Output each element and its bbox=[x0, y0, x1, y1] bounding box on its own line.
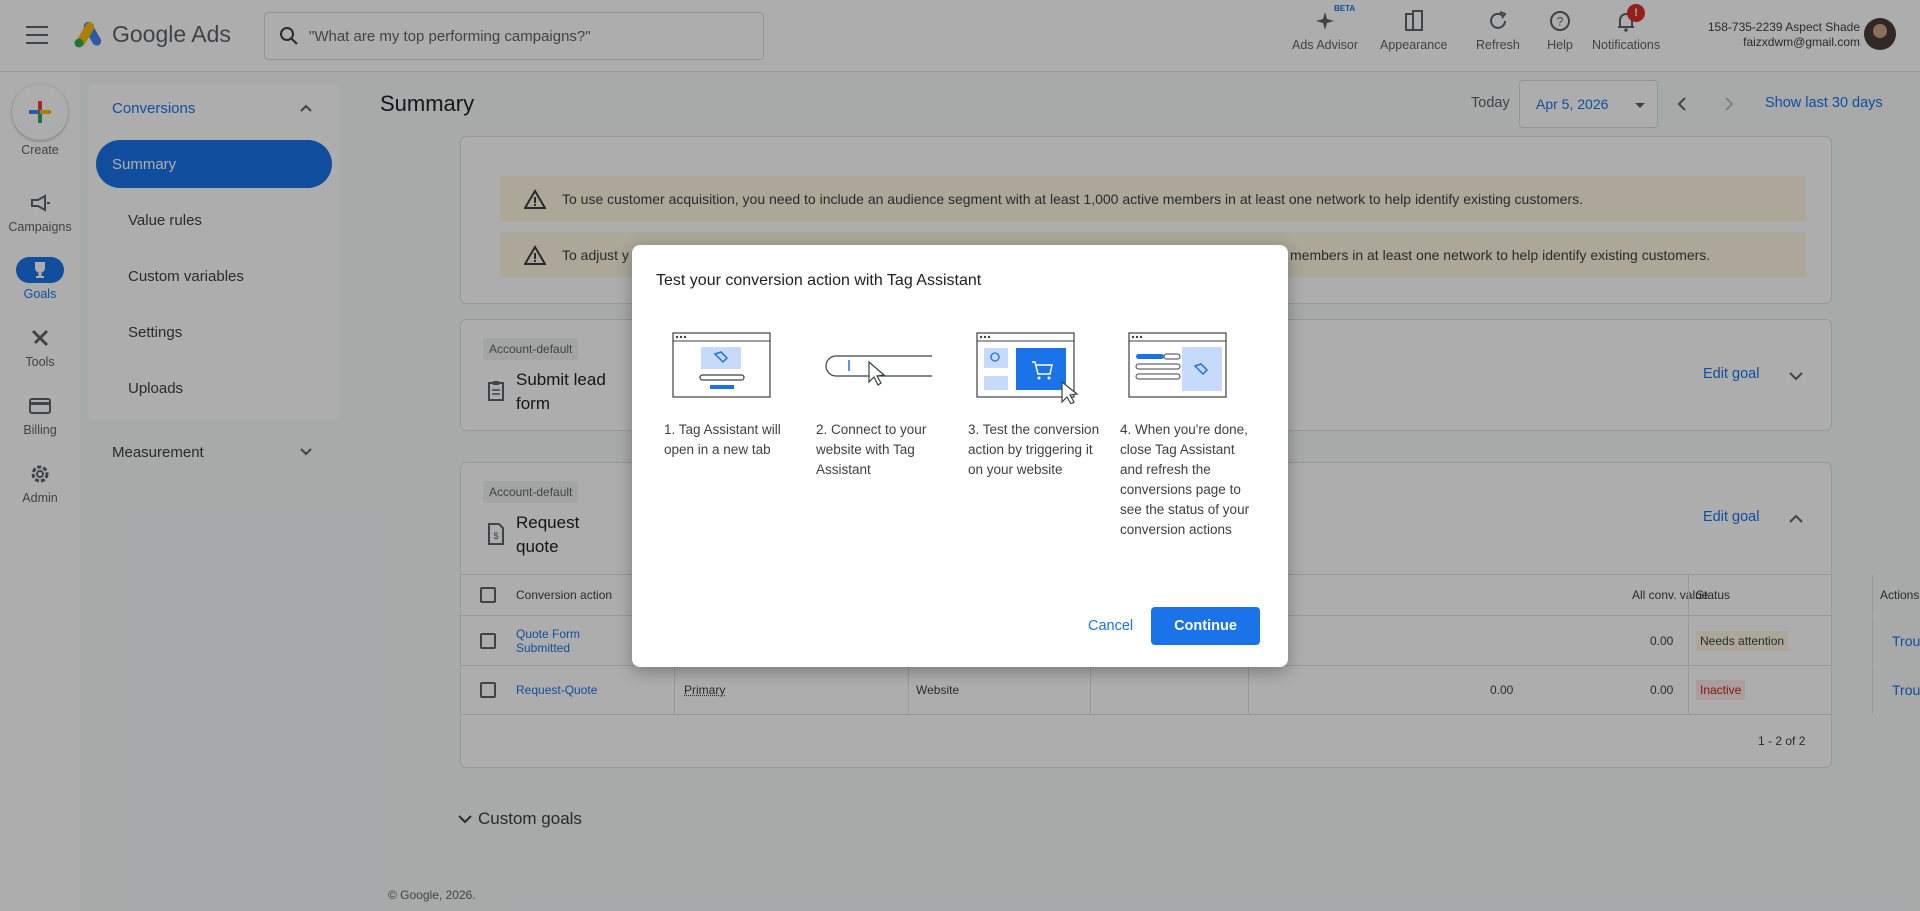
step-4-text: 4. When you're done, close Tag Assistant… bbox=[1120, 420, 1260, 540]
step-3: 3. Test the conversion action by trigger… bbox=[968, 332, 1108, 480]
step-2: 2. Connect to your website with Tag Assi… bbox=[816, 332, 956, 480]
step-4: 4. When you're done, close Tag Assistant… bbox=[1120, 332, 1260, 540]
cart-test-illustration bbox=[976, 332, 1076, 400]
continue-button[interactable]: Continue bbox=[1151, 607, 1260, 645]
step-1-text: 1. Tag Assistant will open in a new tab bbox=[664, 420, 804, 460]
dialog-title: Test your conversion action with Tag Ass… bbox=[656, 272, 981, 290]
status-list-illustration bbox=[1128, 332, 1228, 400]
cancel-button[interactable]: Cancel bbox=[1078, 608, 1143, 644]
browser-tag-illustration bbox=[672, 332, 772, 400]
step-2-text: 2. Connect to your website with Tag Assi… bbox=[816, 420, 956, 480]
connect-illustration bbox=[824, 332, 924, 400]
step-3-text: 3. Test the conversion action by trigger… bbox=[968, 420, 1108, 480]
step-1: 1. Tag Assistant will open in a new tab bbox=[664, 332, 804, 460]
tag-assistant-dialog: Test your conversion action with Tag Ass… bbox=[632, 245, 1288, 667]
